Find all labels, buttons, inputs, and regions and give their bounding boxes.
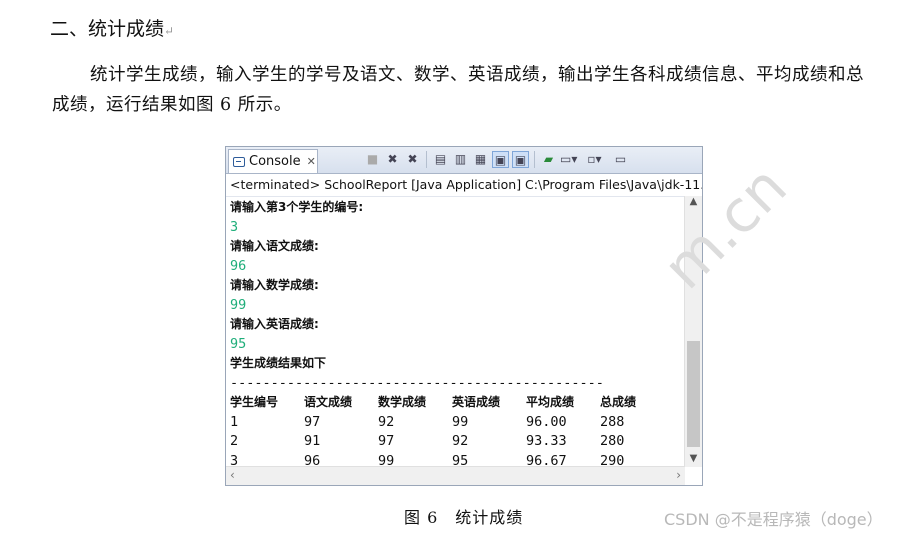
console-input-line: 95 <box>230 335 247 352</box>
minimize-icon[interactable]: ▭ <box>612 151 629 168</box>
console-tab-label: Console <box>249 154 301 169</box>
console-tab-bar: Console ✕ ■ ✖ ✖ ▤ ▥ ▦ ▣ ▣ ▰ ▭▾ ▫▾ ▭ <box>226 147 702 174</box>
table-header-cell: 学生编号 <box>230 395 279 409</box>
table-header-row: 学生编号 语文成绩 数学成绩 英语成绩 平均成绩 总成绩 <box>230 393 681 413</box>
remove-all-icon[interactable]: ✖ <box>404 151 421 168</box>
console-input-line: 3 <box>230 218 239 235</box>
console-window: Console ✕ ■ ✖ ✖ ▤ ▥ ▦ ▣ ▣ ▰ ▭▾ ▫▾ ▭ <ter… <box>225 146 703 486</box>
scrollbar-thumb[interactable] <box>687 341 700 447</box>
results-table: 学生编号 语文成绩 数学成绩 英语成绩 平均成绩 总成绩 1 97 92 99 96.00 288 2 9… <box>230 393 681 467</box>
table-cell: 96 <box>304 452 321 468</box>
toolbar-separator <box>534 151 535 168</box>
table-cell: 2 <box>230 433 239 449</box>
remove-launch-icon[interactable]: ✖ <box>384 151 401 168</box>
section-heading: 二、统计成绩↵ <box>50 18 175 40</box>
vertical-scrollbar[interactable]: ▲ ▼ <box>684 196 702 467</box>
terminate-icon[interactable]: ■ <box>364 151 381 168</box>
table-cell: 95 <box>452 452 469 468</box>
table-cell: 288 <box>600 413 625 430</box>
table-cell: 290 <box>600 452 625 468</box>
horizontal-scrollbar[interactable]: ‹ › <box>226 466 685 485</box>
table-cell: 96.67 <box>526 452 567 468</box>
paragraph-text: 统计学生成绩，输入学生的学号及语文、数学、英语成绩，输出学生各科成绩信息、平均成… <box>52 65 864 115</box>
table-cell: 99 <box>452 413 469 430</box>
console-output-line: 请输入数学成绩: <box>230 278 319 292</box>
table-header-cell: 平均成绩 <box>526 395 575 409</box>
open-console-icon[interactable]: ▫▾ <box>586 151 603 168</box>
paragraph-mark-icon: ↵ <box>164 24 175 38</box>
console-output-line: 请输入英语成绩: <box>230 317 319 331</box>
show-stderr-icon[interactable]: ▣ <box>512 151 529 168</box>
table-cell: 92 <box>452 433 469 449</box>
scroll-up-icon[interactable]: ▲ <box>685 196 702 210</box>
show-stdout-icon[interactable]: ▣ <box>492 151 509 168</box>
table-cell: 97 <box>378 433 395 449</box>
table-row: 2 91 97 92 93.33 280 <box>230 432 681 452</box>
table-cell: 93.33 <box>526 433 567 449</box>
table-cell: 3 <box>230 452 239 468</box>
word-wrap-icon[interactable]: ▦ <box>472 151 489 168</box>
scroll-down-icon[interactable]: ▼ <box>685 453 702 467</box>
close-icon[interactable]: ✕ <box>307 155 316 168</box>
console-output[interactable]: 请输入第3个学生的编号: 3 请输入语文成绩: 96 请输入数学成绩: 99 请输入英语成绩… <box>226 196 685 467</box>
display-selected-icon[interactable]: ▭▾ <box>560 151 577 168</box>
table-header-cell: 数学成绩 <box>378 395 427 409</box>
console-tab[interactable]: Console ✕ <box>228 149 318 173</box>
scroll-lock-icon[interactable]: ▥ <box>452 151 469 168</box>
console-toolbar: ■ ✖ ✖ ▤ ▥ ▦ ▣ ▣ ▰ ▭▾ ▫▾ ▭ <box>364 151 629 168</box>
pin-console-icon[interactable]: ▰ <box>540 151 557 168</box>
table-row: 1 97 92 99 96.00 288 <box>230 413 681 433</box>
console-output-line: 请输入第3个学生的编号: <box>230 200 364 214</box>
console-input-line: 96 <box>230 257 247 274</box>
console-output-line: 请输入语文成绩: <box>230 239 319 253</box>
toolbar-separator <box>426 151 427 168</box>
table-cell: 92 <box>378 413 395 430</box>
csdn-credit: CSDN @不是程序猿（doge） <box>664 510 883 529</box>
body-paragraph: 统计学生成绩，输入学生的学号及语文、数学、英语成绩，输出学生各科成绩信息、平均成… <box>52 60 872 120</box>
table-header-cell: 英语成绩 <box>452 395 501 409</box>
table-row: 3 96 99 95 96.67 290 <box>230 452 681 468</box>
table-cell: 99 <box>378 452 395 468</box>
scroll-left-icon[interactable]: ‹ <box>230 468 235 482</box>
launch-status: <terminated> SchoolReport [Java Applicat… <box>226 174 702 197</box>
figure-caption: 图 6 统计成绩 <box>404 508 524 527</box>
table-cell: 96.00 <box>526 413 567 430</box>
clear-console-icon[interactable]: ▤ <box>432 151 449 168</box>
scroll-right-icon[interactable]: › <box>676 468 681 482</box>
console-icon <box>233 156 245 167</box>
console-output-line: ----------------------------------------… <box>230 374 604 391</box>
table-cell: 280 <box>600 433 625 449</box>
console-output-line: 学生成绩结果如下 <box>230 356 327 370</box>
table-cell: 97 <box>304 413 321 430</box>
table-header-cell: 总成绩 <box>600 395 637 409</box>
console-input-line: 99 <box>230 296 247 313</box>
table-cell: 91 <box>304 433 321 449</box>
table-header-cell: 语文成绩 <box>304 395 353 409</box>
table-cell: 1 <box>230 413 239 430</box>
